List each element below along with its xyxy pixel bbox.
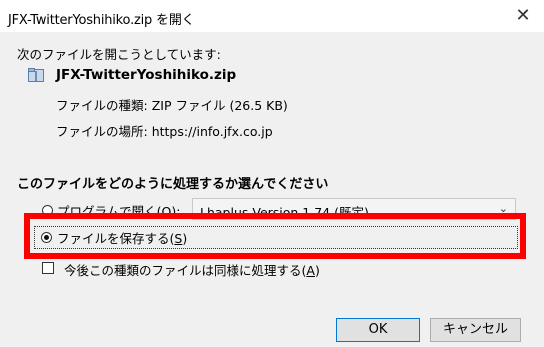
remember-choice-checkbox[interactable] bbox=[42, 262, 54, 274]
file-location-value: https://info.jfx.co.jp bbox=[151, 124, 273, 139]
zip-file-icon bbox=[28, 68, 44, 82]
title-bar: JFX-TwitterYoshihiko.zip を開く ✕ bbox=[0, 0, 544, 32]
red-highlight-box bbox=[24, 213, 526, 259]
remember-prefix: 今後この種類のファイルは同様に処理する( bbox=[64, 263, 307, 278]
file-type: ファイルの種類: ZIP ファイル (26.5 KB) bbox=[56, 95, 288, 114]
remember-accesskey: A bbox=[306, 263, 315, 278]
cancel-button[interactable]: キャンセル bbox=[430, 318, 521, 342]
file-type-label: ファイルの種類: bbox=[56, 98, 148, 113]
file-location: ファイルの場所: https://info.jfx.co.jp bbox=[56, 121, 273, 140]
close-icon[interactable]: ✕ bbox=[512, 5, 534, 27]
action-question: このファイルをどのように処理するか選んでください bbox=[17, 177, 329, 192]
remember-choice-label[interactable]: 今後この種類のファイルは同様に処理する(A) bbox=[64, 260, 320, 279]
file-type-value: ZIP ファイル (26.5 KB) bbox=[151, 98, 288, 113]
open-prompt: 次のファイルを開こうとしています: bbox=[17, 47, 221, 62]
ok-button[interactable]: OK bbox=[336, 318, 420, 342]
file-name: JFX-TwitterYoshihiko.zip bbox=[56, 67, 237, 83]
file-location-label: ファイルの場所: bbox=[56, 124, 148, 139]
window-title: JFX-TwitterYoshihiko.zip を開く bbox=[8, 13, 195, 28]
dialog-body: 次のファイルを開こうとしています: JFX-TwitterYoshihiko.z… bbox=[0, 32, 544, 347]
remember-suffix: ) bbox=[314, 263, 320, 278]
